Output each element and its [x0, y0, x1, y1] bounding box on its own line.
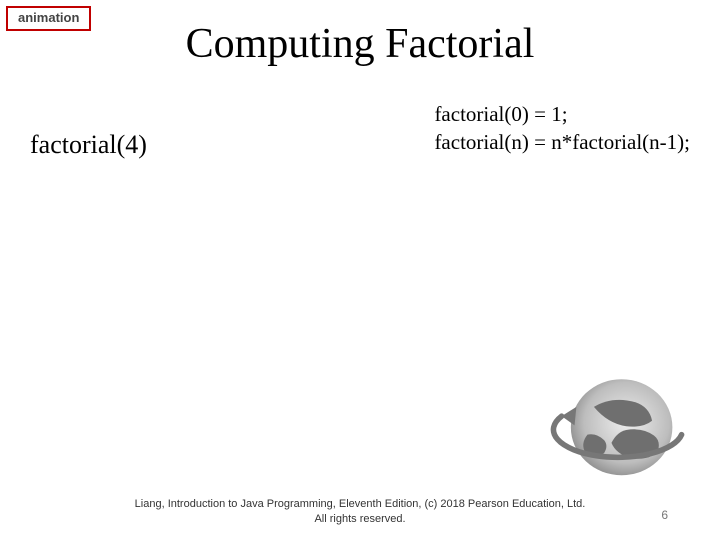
footer-line-1: Liang, Introduction to Java Programming,… [0, 497, 720, 511]
rule-base-case: factorial(0) = 1; [434, 100, 690, 128]
slide-title: Computing Factorial [0, 20, 720, 68]
copyright-footer: Liang, Introduction to Java Programming,… [0, 497, 720, 526]
footer-line-2: All rights reserved. [0, 512, 720, 526]
page-number: 6 [661, 508, 668, 522]
rule-recursive-case: factorial(n) = n*factorial(n-1); [434, 128, 690, 156]
globe-logo-icon [542, 370, 692, 490]
recursion-rules: factorial(0) = 1; factorial(n) = n*facto… [434, 100, 690, 157]
factorial-step: factorial(4) [30, 130, 147, 160]
